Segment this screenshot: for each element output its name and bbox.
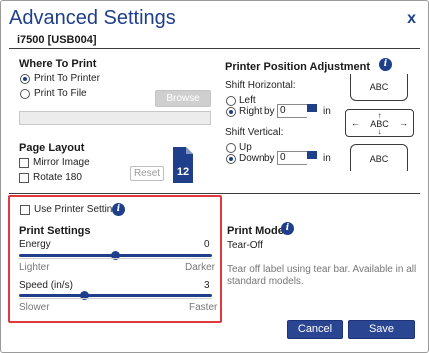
file-path-field[interactable] [19,111,211,125]
shift-vertical-label: Shift Vertical: [225,127,284,138]
middle-divider [9,193,420,194]
position-adjustment-title: Printer Position Adjustment [225,61,371,73]
close-button[interactable]: x [407,10,416,28]
shift-right-radio[interactable] [226,107,236,117]
print-to-printer-label: Print To Printer [34,73,100,84]
energy-label: Energy [19,239,51,250]
energy-low-label: Lighter [19,262,50,273]
position-preview-top: ABC [350,74,408,101]
shift-h-unit: in [323,106,331,117]
use-printer-settings-label: Use Printer Settings [34,204,123,215]
print-mode-info-icon[interactable]: i [281,222,294,235]
rotate-180-checkbox[interactable] [19,173,29,183]
cancel-button[interactable]: Cancel [287,320,343,339]
speed-slider-track[interactable] [19,294,212,297]
header-divider [9,48,420,49]
shift-left-radio[interactable] [226,96,236,106]
position-preview-middle: ↑ ← ABC → ↓ [345,109,414,137]
shift-left-label: Left [239,95,256,106]
speed-low-label: Slower [19,302,50,313]
save-settings-button[interactable]: Save Settings [348,320,415,352]
energy-high-label: Darker [185,262,216,273]
down-arrow-icon: ↓ [377,127,382,136]
print-to-file-radio[interactable] [20,89,30,99]
where-to-print-title: Where To Print [19,58,97,70]
shift-right-label: Right [239,106,263,117]
position-info-icon[interactable]: i [379,58,392,71]
shift-v-unit: in [323,153,331,164]
shift-h-by-label: by [264,106,275,117]
shift-horizontal-label: Shift Horizontal: [225,80,296,91]
shift-up-label: Up [239,142,252,153]
rotate-180-label: Rotate 180 [33,172,82,183]
print-mode-value: Tear-Off [227,240,263,251]
mirror-image-label: Mirror Image [33,157,90,168]
energy-value: 0 [204,239,210,250]
printer-id: i7500 [USB004] [17,34,97,46]
page-orientation-icon-text: 12 [176,166,190,178]
page-layout-title: Page Layout [19,142,85,154]
shift-down-label: Down [239,153,265,164]
shift-horizontal-spinner[interactable] [307,104,317,118]
print-mode-title: Print Mode [227,225,284,237]
shift-up-radio[interactable] [226,143,236,153]
speed-label: Speed (in/s) [19,280,73,291]
shift-down-radio[interactable] [226,154,236,164]
dialog-title: Advanced Settings [9,7,176,29]
browse-button[interactable]: Browse [155,90,211,107]
reset-button[interactable]: Reset [130,166,164,181]
speed-value: 3 [204,280,210,291]
speed-high-label: Faster [189,302,218,313]
print-settings-info-icon[interactable]: i [112,203,125,216]
print-to-printer-radio[interactable] [20,74,30,84]
shift-v-by-label: by [264,153,275,164]
energy-slider-rail [19,258,212,259]
advanced-settings-dialog: Advanced Settings x i7500 [USB004] Where… [0,0,429,353]
speed-slider-rail [19,298,212,299]
mirror-image-checkbox[interactable] [19,158,29,168]
position-preview-bottom: ABC [350,144,408,171]
print-settings-title: Print Settings [19,225,91,237]
print-to-file-label: Print To File [34,88,87,99]
shift-vertical-spinner[interactable] [307,151,317,165]
print-mode-description: Tear off label using tear bar. Available… [227,264,417,287]
use-printer-settings-checkbox[interactable] [20,205,30,215]
